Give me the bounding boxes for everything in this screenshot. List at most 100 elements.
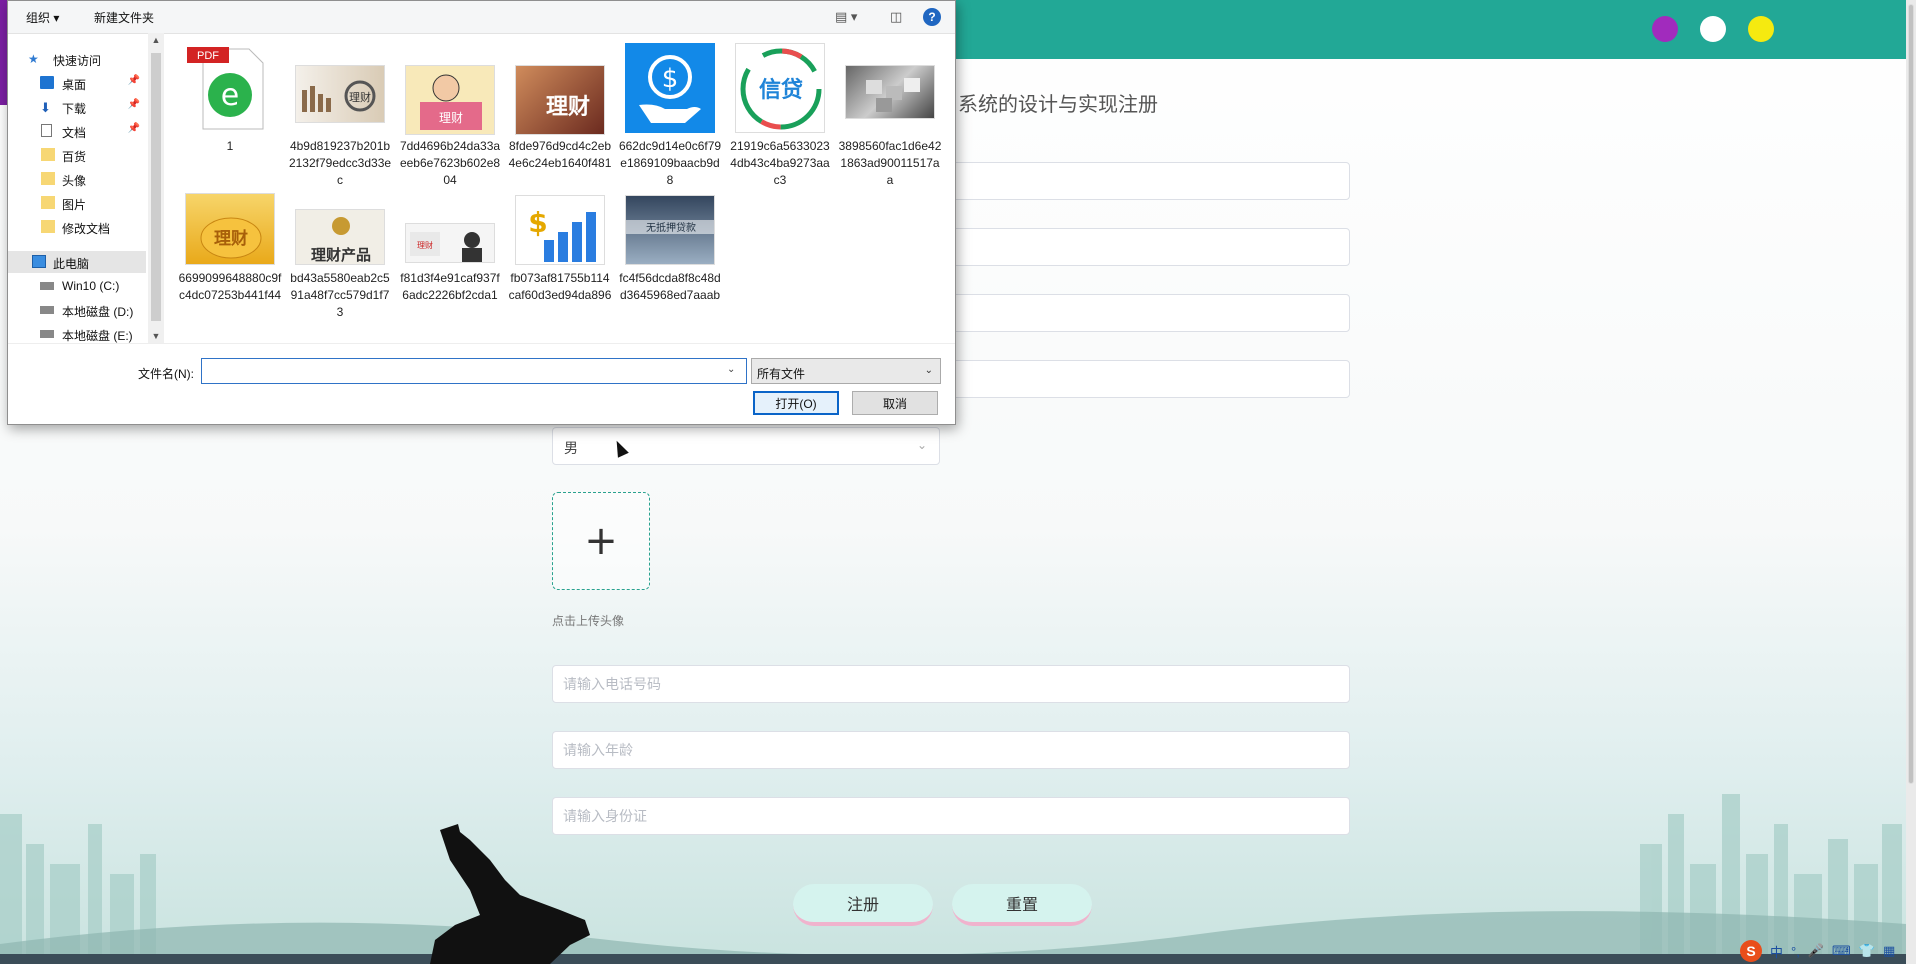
gender-select[interactable]: 男 ⌄: [552, 427, 940, 465]
desktop-icon: [40, 76, 54, 89]
svg-text:理财: 理财: [546, 94, 590, 119]
nav-item-drive-e[interactable]: 本地磁盘 (E:): [8, 323, 146, 345]
avatar-upload-box[interactable]: +: [552, 492, 650, 590]
ime-mode[interactable]: 中: [1770, 942, 1783, 961]
file-name: fc4f56dcda8f8c48dd3645968ed7aaab: [619, 271, 721, 302]
svg-text:PDF: PDF: [197, 50, 219, 62]
system-tray: S 中 °, 🎤 ⌨ 👕 ▦: [1740, 938, 1895, 964]
svg-text:理财: 理财: [439, 111, 463, 125]
chevron-down-icon: ⌄: [916, 438, 927, 452]
file-item[interactable]: $ fb073af81755b114caf60d3ed94da896: [508, 189, 612, 339]
scroll-up-icon[interactable]: ▲: [148, 35, 164, 45]
nav-item-quick-access[interactable]: ★ 快速访问: [8, 48, 146, 70]
file-item[interactable]: 理财 6699099648880c9fc4dc07253b441f44: [178, 189, 282, 339]
nav-item-drive-d[interactable]: 本地磁盘 (D:): [8, 299, 146, 321]
nav-scrollbar[interactable]: ▲ ▼: [148, 33, 164, 343]
file-name: 7dd4696b24da33aeeb6e7623b602e804: [399, 139, 501, 187]
file-item[interactable]: 理财 8fde976d9cd4c2eb4e6c24eb1640f481: [508, 39, 612, 189]
preview-pane-icon[interactable]: ◫: [890, 9, 902, 25]
scroll-down-icon[interactable]: ▼: [148, 331, 164, 341]
image-thumbnail: $: [625, 43, 715, 133]
organize-menu[interactable]: 组织 ▾: [26, 9, 59, 26]
open-button[interactable]: 打开(O): [753, 391, 839, 415]
file-open-dialog: 组织 ▾ 新建文件夹 ▤ ▾ ◫ ? ★ 快速访问 桌面 📌 ⬇ 下载 📌 文档…: [7, 0, 956, 425]
file-name: 662dc9d14e0c6f79e1869109baacb9d8: [618, 139, 722, 187]
svg-text:无抵押贷款: 无抵押贷款: [646, 221, 696, 234]
folder-icon: [41, 220, 55, 233]
new-folder-button[interactable]: 新建文件夹: [94, 9, 154, 26]
plus-icon: +: [584, 518, 618, 564]
nav-item-drive-c[interactable]: Win10 (C:): [8, 275, 146, 297]
nav-item-downloads[interactable]: ⬇ 下载 📌: [8, 96, 146, 118]
nav-label: 本地磁盘 (E:): [62, 329, 133, 343]
image-thumbnail: 理财: [405, 65, 495, 135]
file-item[interactable]: $ 662dc9d14e0c6f79e1869109baacb9d8: [618, 39, 722, 189]
image-thumbnail: 理财: [185, 193, 275, 265]
gender-value: 男: [564, 440, 578, 456]
file-name: 3898560fac1d6e421863ad90011517aa: [838, 139, 942, 187]
drive-icon: [40, 282, 54, 290]
svg-text:e: e: [221, 78, 239, 113]
file-item[interactable]: e PDF 1: [178, 39, 282, 189]
image-thumbnail: $: [515, 195, 605, 265]
filetype-select[interactable]: 所有文件 ⌄: [751, 358, 941, 384]
file-name: 4b9d819237b201b2132f79edcc3d33ec: [288, 139, 392, 187]
nav-label: 文档: [62, 126, 87, 140]
grid-icon[interactable]: ▦: [1883, 943, 1895, 959]
help-icon[interactable]: ?: [923, 8, 941, 26]
nav-item-documents[interactable]: 文档 📌: [8, 120, 146, 142]
nav-label: 图片: [62, 198, 87, 212]
filetype-value: 所有文件: [757, 367, 806, 381]
microphone-icon[interactable]: 🎤: [1808, 943, 1824, 959]
file-item[interactable]: 3898560fac1d6e421863ad90011517aa: [838, 39, 942, 189]
document-icon: [41, 124, 52, 137]
skin-icon[interactable]: 👕: [1859, 943, 1875, 959]
computer-icon: [32, 255, 46, 268]
file-name: 1: [226, 139, 234, 153]
chevron-down-icon[interactable]: ⌄: [727, 364, 735, 375]
image-thumbnail: 理财: [405, 223, 495, 263]
theme-dot-yellow[interactable]: [1748, 16, 1774, 42]
nav-scrollbar-thumb[interactable]: [151, 53, 161, 321]
image-thumbnail: 理财: [295, 65, 385, 123]
file-item[interactable]: 理财产品 bd43a5580eab2c591a48f7cc579d1f73: [288, 189, 392, 339]
pin-icon[interactable]: 📌: [128, 75, 140, 86]
file-item[interactable]: 理财 7dd4696b24da33aeeb6e7623b602e804: [398, 39, 502, 189]
svg-text:理财: 理财: [417, 240, 433, 250]
image-thumbnail: 理财: [515, 65, 605, 135]
page-title: 系统的设计与实现注册: [958, 94, 1158, 116]
nav-item-folder-1[interactable]: 百货: [8, 144, 146, 166]
file-item[interactable]: 理财 4b9d819237b201b2132f79edcc3d33ec: [288, 39, 392, 189]
nav-item-folder-2[interactable]: 头像: [8, 168, 146, 190]
view-mode-icon[interactable]: ▤ ▾: [835, 9, 857, 25]
navigation-pane: ★ 快速访问 桌面 📌 ⬇ 下载 📌 文档 📌 百货 头像 图片 修改文档 此电…: [8, 33, 148, 343]
keyboard-icon[interactable]: ⌨: [1832, 943, 1851, 959]
dialog-toolbar: 组织 ▾ 新建文件夹 ▤ ▾ ◫ ?: [8, 1, 955, 34]
svg-text:理财产品: 理财产品: [311, 246, 371, 264]
filename-input[interactable]: [201, 358, 747, 384]
cancel-button[interactable]: 取消: [852, 391, 938, 415]
punctuation-icon[interactable]: °,: [1791, 944, 1800, 959]
svg-text:$: $: [528, 206, 547, 239]
ime-logo-icon[interactable]: S: [1740, 940, 1762, 962]
star-icon: ★: [28, 52, 39, 66]
theme-dot-purple[interactable]: [1652, 16, 1678, 42]
nav-label: 此电脑: [53, 257, 90, 271]
theme-dot-white[interactable]: [1700, 16, 1726, 42]
nav-label: 下载: [62, 102, 87, 116]
nav-item-desktop[interactable]: 桌面 📌: [8, 72, 146, 94]
nav-item-folder-3[interactable]: 图片: [8, 192, 146, 214]
pin-icon[interactable]: 📌: [128, 99, 140, 110]
file-item[interactable]: 信贷 21919c6a56330234db43c4ba9273aac3: [728, 39, 832, 189]
file-item[interactable]: 理财 f81d3f4e91caf937f6adc2226bf2cda1: [398, 189, 502, 339]
page-scrollbar[interactable]: [1906, 0, 1916, 964]
file-name: 8fde976d9cd4c2eb4e6c24eb1640f481: [508, 139, 612, 170]
page-scrollbar-thumb[interactable]: [1908, 4, 1914, 784]
nav-item-folder-4[interactable]: 修改文档: [8, 216, 146, 238]
download-icon: ⬇: [40, 100, 51, 115]
folder-icon: [41, 172, 55, 185]
pin-icon[interactable]: 📌: [128, 123, 140, 134]
nav-item-this-pc[interactable]: 此电脑: [8, 251, 146, 273]
file-item[interactable]: 无抵押贷款 fc4f56dcda8f8c48dd3645968ed7aaab: [618, 189, 722, 339]
phone-input[interactable]: [552, 665, 1350, 703]
